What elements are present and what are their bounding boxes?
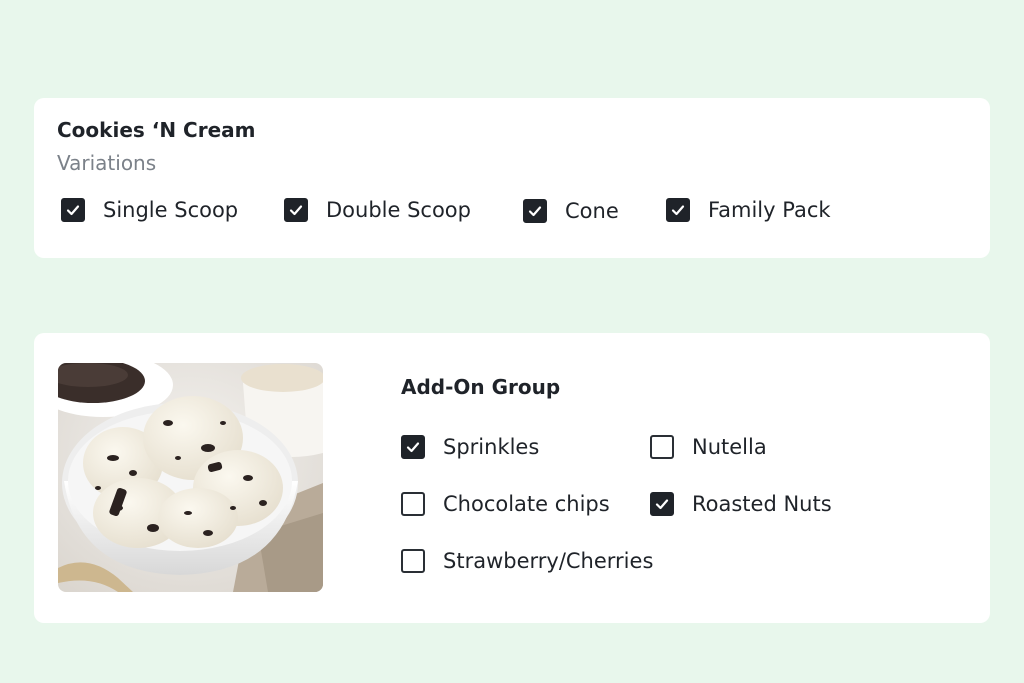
addon-option-sprinkles[interactable]: Sprinkles [401, 435, 539, 459]
addon-label: Nutella [692, 435, 767, 459]
variation-label: Cone [565, 199, 619, 223]
variation-option-family-pack[interactable]: Family Pack [666, 198, 831, 222]
addon-option-strawberry-cherries[interactable]: Strawberry/Cherries [401, 549, 653, 573]
checkbox-family-pack[interactable] [666, 198, 690, 222]
variations-heading: Variations [57, 151, 157, 175]
check-icon [289, 205, 303, 216]
addon-option-nutella[interactable]: Nutella [650, 435, 767, 459]
addon-label: Chocolate chips [443, 492, 610, 516]
variation-option-single-scoop[interactable]: Single Scoop [61, 198, 238, 222]
checkbox-nutella[interactable] [650, 435, 674, 459]
addon-label: Strawberry/Cherries [443, 549, 654, 573]
addon-label: Roasted Nuts [692, 492, 832, 516]
check-icon [66, 205, 80, 216]
variations-card: Cookies ‘N Cream Variations Single Scoop… [34, 98, 990, 258]
check-icon [671, 205, 685, 216]
checkbox-strawberry-cherries[interactable] [401, 549, 425, 573]
variation-option-double-scoop[interactable]: Double Scoop [284, 198, 471, 222]
checkbox-single-scoop[interactable] [61, 198, 85, 222]
check-icon [655, 499, 669, 510]
product-image [58, 363, 323, 592]
variation-label: Double Scoop [326, 198, 471, 222]
addon-group-heading: Add-On Group [401, 375, 561, 399]
addons-card: Add-On Group Sprinkles Nutella Chocolate… [34, 333, 990, 623]
check-icon [406, 442, 420, 453]
checkbox-cone[interactable] [523, 199, 547, 223]
checkbox-roasted-nuts[interactable] [650, 492, 674, 516]
addon-option-chocolate-chips[interactable]: Chocolate chips [401, 492, 610, 516]
variation-label: Single Scoop [103, 198, 239, 222]
checkbox-chocolate-chips[interactable] [401, 492, 425, 516]
addon-label: Sprinkles [443, 435, 540, 459]
checkbox-double-scoop[interactable] [284, 198, 308, 222]
product-title: Cookies ‘N Cream [57, 118, 256, 142]
variation-label: Family Pack [708, 198, 831, 222]
check-icon [528, 206, 542, 217]
checkbox-sprinkles[interactable] [401, 435, 425, 459]
addon-option-roasted-nuts[interactable]: Roasted Nuts [650, 492, 832, 516]
variation-option-cone[interactable]: Cone [523, 199, 619, 223]
